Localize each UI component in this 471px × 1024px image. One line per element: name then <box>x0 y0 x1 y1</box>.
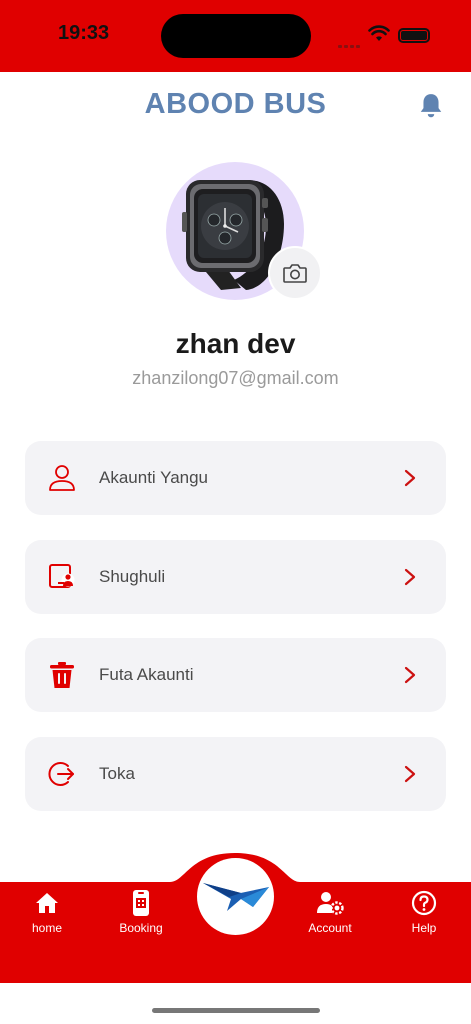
menu-item-label: Akaunti Yangu <box>99 468 209 487</box>
chevron-right-icon <box>404 666 416 684</box>
nav-label: Help <box>411 921 437 935</box>
chevron-right-icon <box>404 765 416 783</box>
bottom-nav: home Booking Account Help <box>0 853 471 983</box>
dynamic-island <box>161 14 311 58</box>
chevron-right-icon <box>404 568 416 586</box>
chevron-right-icon <box>404 469 416 487</box>
user-icon <box>49 465 75 491</box>
app-title: ABOOD BUS <box>144 88 327 120</box>
help-icon <box>411 890 437 916</box>
menu-item-my-account[interactable]: Akaunti Yangu <box>25 441 446 515</box>
menu-item-label: Shughuli <box>99 567 166 586</box>
nav-account[interactable]: Account <box>290 889 370 935</box>
home-indicator-area <box>0 983 471 1024</box>
home-indicator[interactable] <box>152 1008 320 1013</box>
bell-icon[interactable] <box>418 92 444 120</box>
home-icon <box>36 893 58 913</box>
signal-icon <box>338 35 362 48</box>
menu-item-logout[interactable]: Toka <box>25 737 446 811</box>
nav-home[interactable]: home <box>7 889 87 935</box>
menu-item-label: Toka <box>99 764 135 783</box>
nav-label: Account <box>308 921 352 935</box>
camera-icon <box>283 264 307 283</box>
nav-label: home <box>31 921 63 935</box>
nav-booking[interactable]: Booking <box>101 889 181 935</box>
center-logo-button[interactable] <box>197 858 274 935</box>
menu-item-delete-account[interactable]: Futa Akaunti <box>25 638 446 712</box>
user-settings-icon <box>317 892 344 915</box>
logout-icon <box>48 762 74 786</box>
status-time: 19:33 <box>58 22 110 44</box>
nav-help[interactable]: Help <box>384 889 464 935</box>
activity-icon <box>49 564 75 588</box>
bus-logo-icon <box>202 882 269 911</box>
trash-icon <box>50 662 74 688</box>
ticket-icon <box>133 890 149 916</box>
menu-item-label: Futa Akaunti <box>99 665 194 684</box>
change-photo-button[interactable] <box>268 246 322 300</box>
wifi-icon <box>368 25 390 41</box>
user-email: zhanzilong07@gmail.com <box>132 368 339 388</box>
menu-item-activity[interactable]: Shughuli <box>25 540 446 614</box>
status-bar: 19:33 <box>0 0 471 72</box>
battery-icon <box>398 28 430 43</box>
user-name: zhan dev <box>175 328 296 359</box>
nav-label: Booking <box>119 921 163 935</box>
